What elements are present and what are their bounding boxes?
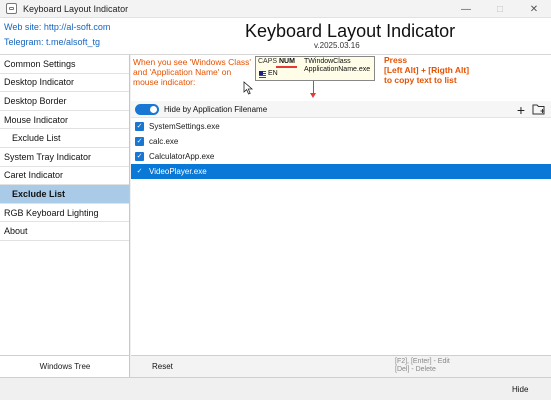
language-label: EN bbox=[268, 70, 278, 77]
minimize-icon[interactable]: — bbox=[449, 0, 483, 18]
sidebar-item-caret-indicator[interactable]: Caret Indicator bbox=[0, 167, 129, 186]
list-item-label: CalculatorApp.exe bbox=[149, 152, 215, 161]
hotkey-note: Press [Left Alt] + [Rigth Alt] to copy t… bbox=[384, 55, 469, 85]
sidebar-item-system-tray-indicator[interactable]: System Tray Indicator bbox=[0, 148, 129, 167]
toggle-label: Hide by Application Filename bbox=[164, 105, 268, 114]
sidebar: Common Settings Desktop Indicator Deskto… bbox=[0, 55, 130, 377]
instruction-line: mouse indicator: bbox=[133, 77, 196, 87]
sidebar-item-caret-exclude-list[interactable]: Exclude List bbox=[0, 185, 129, 204]
checkbox[interactable]: ✓ bbox=[135, 167, 144, 176]
instruction-note: When you see 'Windows Class' and 'Applic… bbox=[133, 57, 255, 87]
list-item-label: VideoPlayer.exe bbox=[149, 167, 207, 176]
sidebar-item-desktop-indicator[interactable]: Desktop Indicator bbox=[0, 74, 129, 93]
info-panel: When you see 'Windows Class' and 'Applic… bbox=[131, 55, 551, 101]
version-label: v.2025.03.16 bbox=[314, 41, 360, 50]
reset-button[interactable]: Reset bbox=[152, 362, 173, 371]
title-bar: Keyboard Layout Indicator — □ ✕ bbox=[0, 0, 551, 18]
checkbox[interactable]: ✓ bbox=[135, 137, 144, 146]
us-flag-icon bbox=[259, 71, 266, 78]
sidebar-item-desktop-border[interactable]: Desktop Border bbox=[0, 92, 129, 111]
sidebar-item-mouse-exclude-list[interactable]: Exclude List bbox=[0, 129, 129, 148]
window-controls: — □ ✕ bbox=[449, 0, 551, 18]
caps-label: CAPS bbox=[258, 58, 278, 65]
close-icon[interactable]: ✕ bbox=[517, 0, 551, 18]
list-footer: Reset [F2], [Enter] - Edit [Del] - Delet… bbox=[131, 355, 551, 377]
hide-button[interactable]: Hide bbox=[512, 385, 528, 394]
hide-by-filename-toggle[interactable] bbox=[135, 104, 159, 115]
checkbox[interactable]: ✓ bbox=[135, 152, 144, 161]
app-title: Keyboard Layout Indicator bbox=[245, 21, 456, 41]
checkbox[interactable]: ✓ bbox=[135, 122, 144, 131]
add-icon[interactable]: + bbox=[514, 101, 528, 118]
header: Web site: http://al-soft.com Telegram: t… bbox=[0, 18, 551, 55]
sidebar-item-mouse-indicator[interactable]: Mouse Indicator bbox=[0, 111, 129, 130]
application-name: ApplicationName.exe bbox=[304, 66, 371, 73]
telegram-link[interactable]: Telegram: t.me/alsoft_tg bbox=[4, 37, 100, 47]
sidebar-item-rgb-keyboard-lighting[interactable]: RGB Keyboard Lighting bbox=[0, 204, 129, 223]
sidebar-item-common-settings[interactable]: Common Settings bbox=[0, 55, 129, 74]
instruction-line: When you see 'Windows Class' bbox=[133, 57, 252, 67]
num-label: NUM bbox=[279, 58, 295, 65]
maximize-icon: □ bbox=[496, 3, 504, 15]
list-item-label: SystemSettings.exe bbox=[149, 122, 220, 131]
list-item-label: calc.exe bbox=[149, 137, 179, 146]
hint-edit: [F2], [Enter] - Edit bbox=[395, 358, 450, 365]
window-title: Keyboard Layout Indicator bbox=[23, 3, 129, 14]
app-keyboard-icon bbox=[6, 3, 17, 14]
website-link[interactable]: Web site: http://al-soft.com bbox=[4, 22, 110, 32]
hotkey-title: Press bbox=[384, 55, 408, 65]
indicator-preview: CAPS NUM EN TWindowClass ApplicationName… bbox=[255, 56, 375, 81]
list-toolbar: Hide by Application Filename + bbox=[131, 101, 551, 118]
hint-delete: [Del] - Delete bbox=[395, 366, 436, 373]
list-item[interactable]: ✓ CalculatorApp.exe bbox=[131, 149, 551, 164]
list-item-selected[interactable]: ✓ VideoPlayer.exe bbox=[131, 164, 551, 179]
list-item[interactable]: ✓ calc.exe bbox=[131, 134, 551, 149]
windows-tree-button[interactable]: Windows Tree bbox=[0, 355, 130, 377]
window-class-info: TWindowClass ApplicationName.exe bbox=[304, 58, 370, 74]
add-folder-icon[interactable] bbox=[532, 103, 546, 116]
sidebar-item-about[interactable]: About bbox=[0, 222, 129, 241]
instruction-line: and 'Application Name' on bbox=[133, 67, 232, 77]
window-class-name: TWindowClass bbox=[304, 58, 351, 65]
hotkey-keys: [Left Alt] + [Rigth Alt] bbox=[384, 65, 470, 75]
num-active-bar bbox=[276, 66, 297, 68]
keyboard-hint: [F2], [Enter] - Edit [Del] - Delete bbox=[395, 358, 450, 374]
list-item[interactable]: ✓ SystemSettings.exe bbox=[131, 119, 551, 134]
arrow-head-icon bbox=[310, 93, 316, 98]
exclude-list-panel: Hide by Application Filename + ✓ SystemS… bbox=[131, 101, 551, 377]
mouse-cursor-icon bbox=[243, 81, 254, 95]
hotkey-action: to copy text to list bbox=[384, 75, 457, 85]
status-bar: Hide bbox=[0, 377, 551, 400]
